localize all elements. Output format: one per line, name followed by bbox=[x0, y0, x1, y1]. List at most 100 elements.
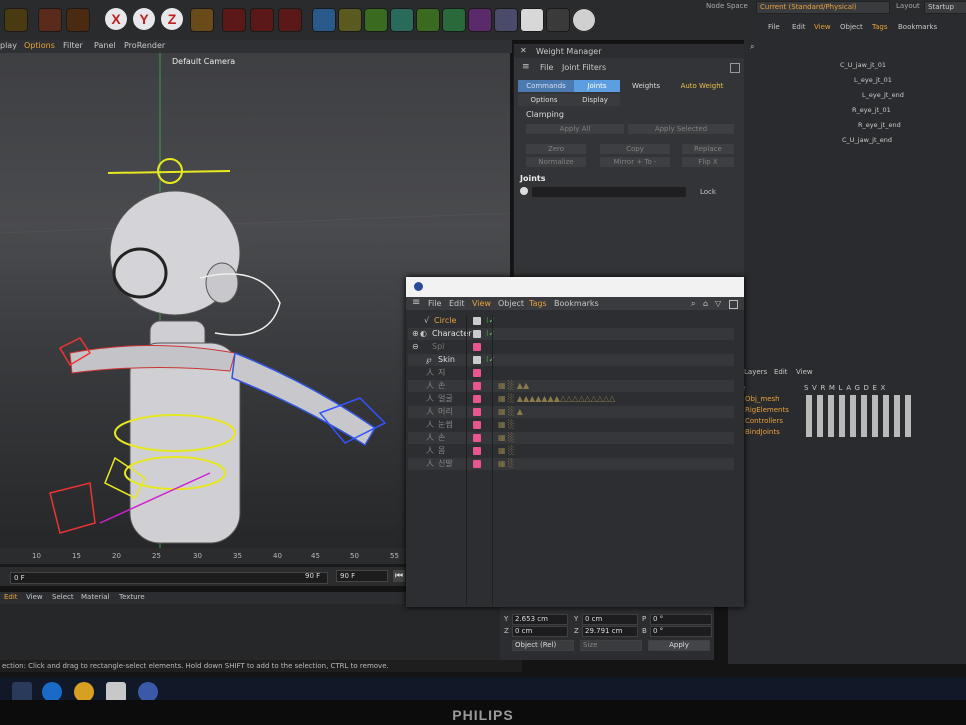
axis-x-button[interactable]: X bbox=[105, 8, 127, 30]
spline-pen-icon[interactable] bbox=[338, 8, 362, 32]
layer-name[interactable]: Controllers bbox=[745, 417, 783, 425]
clear-joints-icon[interactable] bbox=[520, 187, 528, 195]
axis-z-button[interactable]: Z bbox=[161, 8, 183, 30]
menu-view[interactable]: View bbox=[26, 593, 43, 601]
object-name[interactable]: 손 bbox=[438, 380, 445, 392]
mograph-icon[interactable] bbox=[442, 8, 466, 32]
deformer-icon[interactable] bbox=[416, 8, 440, 32]
current-frame-field[interactable]: 0 F bbox=[10, 572, 328, 584]
node-space-select[interactable]: Current (Standard/Physical) bbox=[756, 1, 890, 14]
om-menu-tags[interactable]: Tags bbox=[529, 299, 547, 308]
tree-item[interactable]: L_eye_jt_end bbox=[862, 91, 904, 99]
replace-button[interactable]: Replace bbox=[682, 144, 734, 154]
object-name[interactable]: 눈썹 bbox=[438, 419, 453, 431]
layer-tag-icon[interactable] bbox=[473, 382, 481, 390]
wm-menu-file[interactable]: File bbox=[540, 63, 553, 72]
tag-icons[interactable]: ▦ ░ bbox=[498, 458, 514, 470]
timeline-track[interactable] bbox=[0, 564, 410, 567]
render-region-icon[interactable] bbox=[222, 8, 246, 32]
tree-item[interactable]: C_U_jaw_jt_01 bbox=[840, 61, 886, 69]
menu-texture[interactable]: Texture bbox=[119, 593, 145, 601]
hamburger-icon[interactable]: ≡ bbox=[522, 62, 530, 72]
list-item[interactable]: 人 손 ▦ ░ ▲▲ bbox=[408, 380, 734, 392]
om-menu-bookmarks[interactable]: Bookmarks bbox=[554, 299, 599, 308]
zero-button[interactable]: Zero bbox=[526, 144, 586, 154]
file-explorer-icon[interactable] bbox=[106, 682, 126, 702]
om-right-object[interactable]: Object bbox=[840, 23, 863, 31]
list-item[interactable]: 人 눈썹 ▦ ░ bbox=[408, 419, 734, 431]
menu-options[interactable]: Options bbox=[24, 41, 55, 50]
live-selection-icon[interactable] bbox=[38, 8, 62, 32]
camera-icon[interactable] bbox=[546, 8, 570, 32]
om-right-bookmarks[interactable]: Bookmarks bbox=[898, 23, 937, 31]
expand-icon[interactable]: ⊕ bbox=[412, 328, 419, 340]
object-name[interactable]: 얼굴 bbox=[438, 393, 453, 405]
object-name[interactable]: Skin bbox=[438, 354, 455, 366]
tag-icons[interactable]: ▦ ░ ▲▲ bbox=[498, 380, 529, 392]
mirror-button[interactable]: Mirror + To - bbox=[600, 157, 670, 167]
chrome-icon[interactable] bbox=[74, 682, 94, 702]
layer-tag-icon[interactable] bbox=[473, 343, 481, 351]
list-item[interactable]: √ Circle ⁝✓ bbox=[408, 315, 734, 327]
list-item[interactable]: 人 손 ▦ ░ bbox=[408, 432, 734, 444]
start-icon[interactable] bbox=[12, 682, 32, 702]
home-icon[interactable]: ⌂ bbox=[703, 299, 708, 308]
floor-icon[interactable] bbox=[520, 8, 544, 32]
size-y-field[interactable]: 0 cm bbox=[582, 614, 638, 625]
om-menu-view[interactable]: View bbox=[472, 299, 491, 308]
edge-browser-icon[interactable] bbox=[42, 682, 62, 702]
axis-y-button[interactable]: Y bbox=[133, 8, 155, 30]
menu-prorender[interactable]: ProRender bbox=[124, 41, 165, 50]
tab-auto-weight[interactable]: Auto Weight bbox=[672, 80, 732, 92]
list-item[interactable]: ⊖ Spl bbox=[408, 341, 734, 353]
position-y-field[interactable]: 2.653 cm bbox=[512, 614, 568, 625]
tag-icons[interactable]: ▦ ░ bbox=[498, 432, 514, 444]
size-mode-select[interactable]: Size bbox=[580, 640, 642, 651]
layer-tag-icon[interactable] bbox=[473, 421, 481, 429]
apply-selected-button[interactable]: Apply Selected bbox=[628, 124, 734, 134]
subdivision-icon[interactable] bbox=[364, 8, 388, 32]
new-panel-icon[interactable] bbox=[730, 63, 740, 73]
coord-mode-select[interactable]: Object (Rel) bbox=[512, 640, 574, 651]
layer-tag-icon[interactable] bbox=[473, 395, 481, 403]
layer-tag-icon[interactable] bbox=[473, 408, 481, 416]
object-manager-titlebar[interactable] bbox=[406, 277, 744, 297]
layer-tag-icon[interactable] bbox=[473, 434, 481, 442]
end-frame-field[interactable]: 90 F bbox=[336, 570, 388, 582]
copy-button[interactable]: Copy bbox=[600, 144, 670, 154]
search-icon[interactable]: ⌕ bbox=[750, 42, 754, 52]
close-icon[interactable]: ✕ bbox=[520, 46, 527, 55]
object-name[interactable]: 지 bbox=[438, 367, 445, 379]
wm-menu-joint-filters[interactable]: Joint Filters bbox=[562, 63, 606, 72]
tab-options[interactable]: Options bbox=[518, 94, 570, 106]
menu-display[interactable]: play bbox=[0, 41, 17, 50]
object-name[interactable]: Spl bbox=[432, 341, 444, 353]
filter-icon[interactable]: ▽ bbox=[715, 299, 721, 308]
object-name[interactable]: 머리 bbox=[438, 406, 453, 418]
om-menu-file[interactable]: File bbox=[428, 299, 441, 308]
paint-icon[interactable] bbox=[494, 8, 518, 32]
array-icon[interactable] bbox=[390, 8, 414, 32]
tab-weights[interactable]: Weights bbox=[620, 80, 672, 92]
layer-name[interactable]: Obj_mesh bbox=[745, 395, 780, 403]
list-item[interactable]: 人 얼굴 ▦ ░ ▲▲▲▲▲▲▲△△△△△△△△△ bbox=[408, 393, 734, 405]
search-icon[interactable]: ⌕ bbox=[691, 299, 695, 309]
layers-menu-view[interactable]: View bbox=[796, 368, 813, 376]
om-menu-object[interactable]: Object bbox=[498, 299, 524, 308]
layer-name[interactable]: RigElements bbox=[745, 406, 789, 414]
tree-item[interactable]: C_U_jaw_jt_end bbox=[842, 136, 892, 144]
layer-tag-icon[interactable] bbox=[473, 356, 481, 364]
menu-filter[interactable]: Filter bbox=[63, 41, 83, 50]
lock-label[interactable]: Lock bbox=[700, 188, 716, 196]
collapse-icon[interactable]: ⊖ bbox=[412, 341, 419, 353]
layers-menu-edit[interactable]: Edit bbox=[774, 368, 788, 376]
apply-button[interactable]: Apply bbox=[648, 640, 710, 651]
tree-item[interactable]: R_eye_jt_end bbox=[858, 121, 901, 129]
tab-joints[interactable]: Joints bbox=[574, 80, 620, 92]
cube-icon[interactable] bbox=[312, 8, 336, 32]
layer-tag-icon[interactable] bbox=[473, 317, 481, 325]
render-settings-icon[interactable] bbox=[278, 8, 302, 32]
tag-icons[interactable]: ▦ ░ ▲▲▲▲▲▲▲△△△△△△△△△ bbox=[498, 393, 615, 405]
list-item[interactable]: 人 몸 ▦ ░ bbox=[408, 445, 734, 457]
rotation-p-field[interactable]: 0 ° bbox=[650, 614, 712, 625]
